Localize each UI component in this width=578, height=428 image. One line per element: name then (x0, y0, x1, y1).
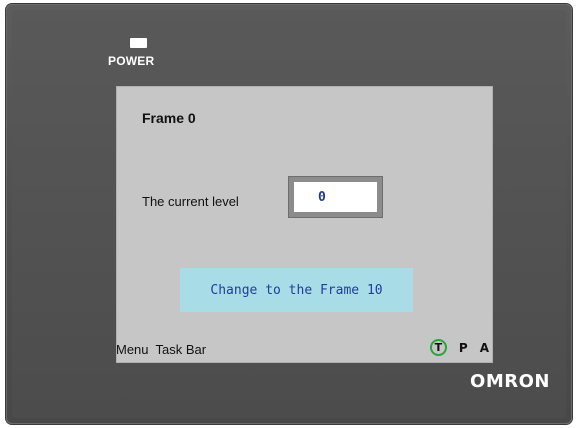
a-indicator: A (479, 340, 489, 355)
current-level-label: The current level (142, 194, 239, 209)
p-indicator: P (458, 340, 468, 355)
current-level-value: 0 (294, 182, 377, 212)
hmi-device: POWER Frame 0 The current level 0 Change… (6, 4, 572, 424)
t-indicator: T (429, 339, 447, 356)
frame-title: Frame 0 (142, 110, 196, 126)
change-frame-button[interactable]: Change to the Frame 10 (180, 268, 413, 312)
current-level-display: 0 (288, 176, 383, 218)
status-indicators: T P A (429, 339, 489, 356)
t-indicator-label: T (434, 341, 443, 354)
hmi-screen: Frame 0 The current level 0 Change to th… (116, 86, 493, 363)
power-label: POWER (108, 54, 155, 68)
menu-taskbar-label[interactable]: Menu Task Bar (116, 342, 206, 357)
brand-logo: OMRON (470, 371, 550, 392)
power-led-icon (130, 38, 147, 48)
